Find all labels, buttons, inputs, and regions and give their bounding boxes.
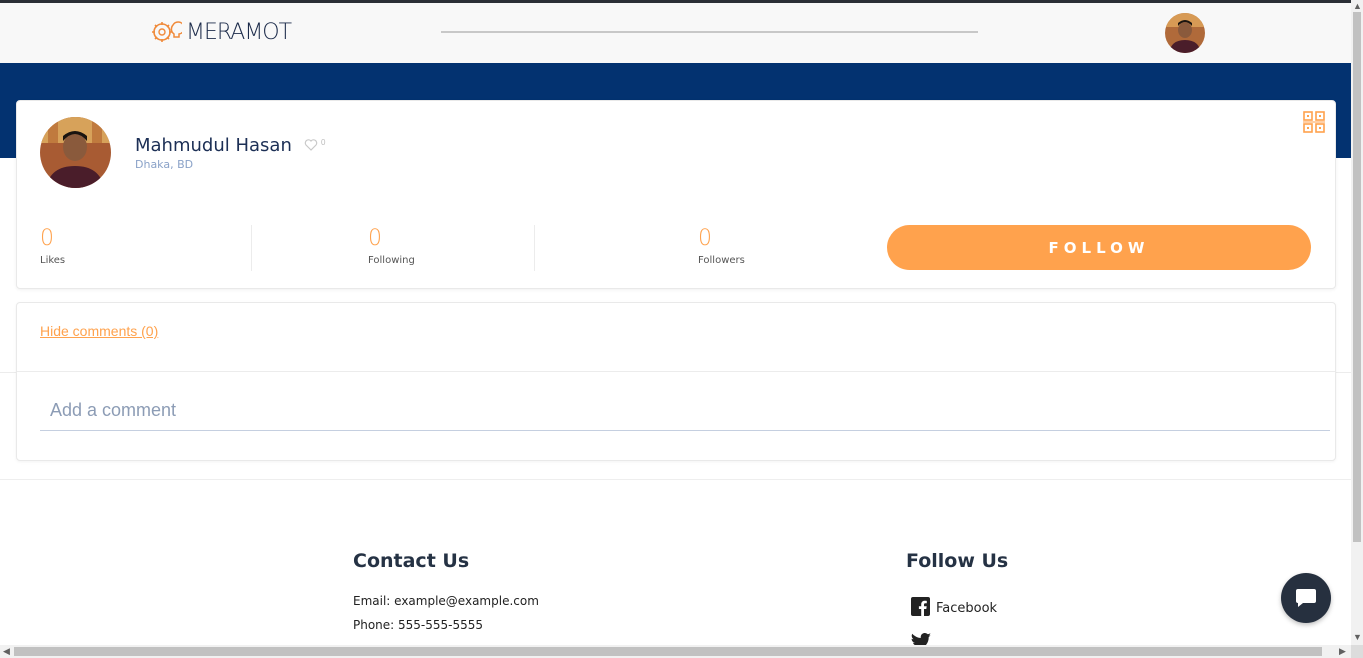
follow-us-heading: Follow Us — [906, 550, 1009, 572]
scroll-down-arrow[interactable]: ▼ — [1353, 633, 1362, 642]
profile-card: Mahmudul Hasan 0 Dhaka, BD 0 Likes 0 Fol… — [16, 100, 1336, 289]
profile-avatar — [40, 117, 111, 188]
stat-label: Followers — [698, 255, 745, 266]
stat-divider — [534, 225, 535, 271]
facebook-link[interactable]: Facebook — [911, 597, 997, 616]
facebook-icon — [911, 597, 930, 616]
vertical-scrollbar[interactable]: ▲ ▼ — [1351, 0, 1363, 645]
stat-value: 0 — [698, 226, 712, 251]
hide-comments-link[interactable]: Hide comments (0) — [40, 323, 158, 339]
footer-divider — [0, 479, 1351, 480]
chat-button[interactable] — [1281, 573, 1331, 623]
comments-divider — [17, 371, 1335, 372]
site-logo[interactable]: MERAMOT — [152, 17, 292, 47]
follow-button[interactable]: FOLLOW — [887, 225, 1311, 270]
horizontal-scrollbar[interactable]: ◀ ▶ — [0, 645, 1351, 658]
likes-badge: 0 — [321, 138, 326, 147]
stat-divider — [251, 225, 252, 271]
top-navbar: MERAMOT — [0, 3, 1351, 63]
comment-input[interactable] — [40, 391, 1330, 431]
profile-name: Mahmudul Hasan — [135, 135, 292, 156]
scroll-left-arrow[interactable]: ◀ — [3, 647, 10, 656]
chat-bubble-icon — [1296, 589, 1316, 607]
horizontal-scroll-thumb[interactable] — [14, 647, 1322, 656]
stat-following[interactable]: 0 Following — [368, 226, 415, 267]
logo-text: MERAMOT — [186, 19, 292, 45]
stat-label: Likes — [40, 255, 66, 266]
avatar-photo — [1165, 13, 1205, 53]
user-avatar[interactable] — [1165, 13, 1205, 53]
lightbulb-gear-icon — [152, 21, 182, 42]
scroll-up-arrow[interactable]: ▲ — [1353, 2, 1362, 11]
scrollbar-corner — [1351, 645, 1363, 658]
heart-icon[interactable] — [304, 138, 318, 152]
comments-card: Hide comments (0) — [16, 302, 1336, 461]
contact-email: Email: example@example.com — [353, 594, 539, 608]
stat-followers[interactable]: 0 Followers — [698, 226, 745, 267]
nav-search-bar[interactable] — [441, 31, 978, 33]
stat-value: 0 — [40, 226, 54, 251]
vertical-scroll-thumb[interactable] — [1353, 12, 1361, 542]
contact-heading: Contact Us — [353, 550, 470, 572]
stat-label: Following — [368, 255, 415, 266]
profile-photo — [40, 117, 111, 188]
qr-code-icon[interactable] — [1303, 111, 1325, 133]
profile-location: Dhaka, BD — [135, 158, 194, 171]
stat-likes: 0 Likes — [40, 226, 66, 267]
facebook-label: Facebook — [936, 601, 998, 616]
scroll-right-arrow[interactable]: ▶ — [1339, 647, 1346, 656]
stat-value: 0 — [368, 226, 382, 251]
contact-phone: Phone: 555-555-5555 — [353, 618, 484, 632]
